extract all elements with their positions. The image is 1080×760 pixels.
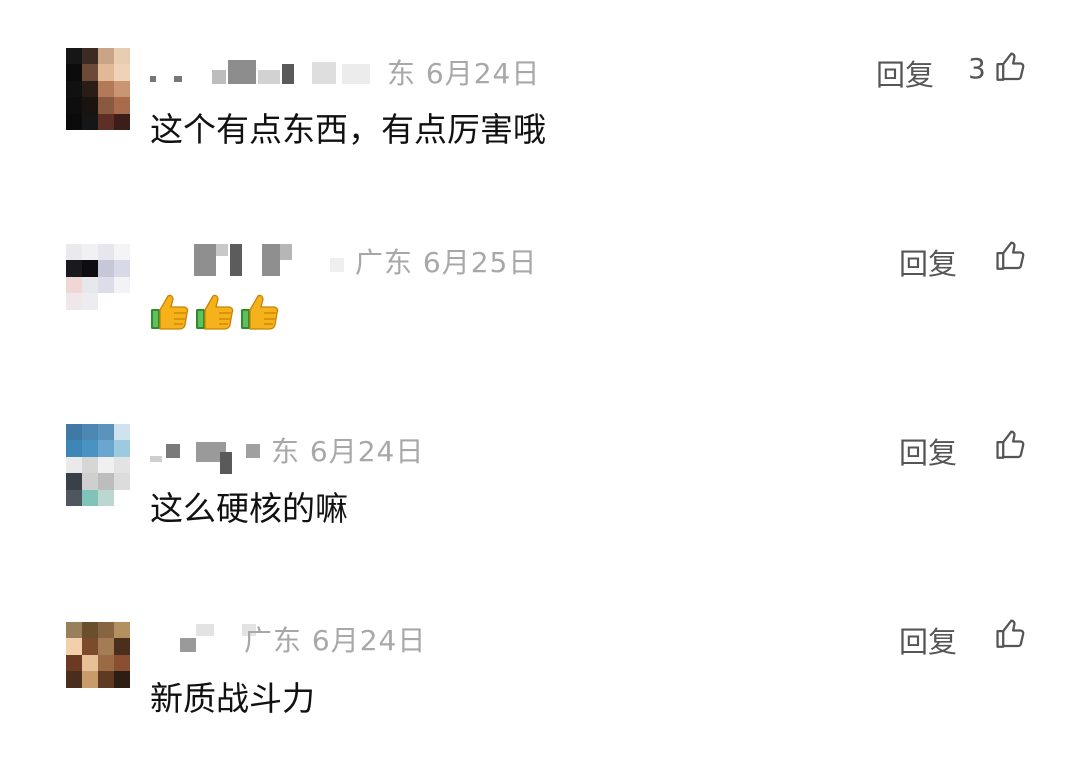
username-blurred[interactable] — [150, 624, 256, 658]
comment-location-date: 东 6月24日 — [271, 435, 425, 468]
avatar[interactable] — [66, 244, 130, 310]
comment-location-date: 广东 6月24日 — [244, 624, 427, 657]
username-blurred[interactable] — [150, 56, 380, 90]
reply-button[interactable]: 回复 — [876, 52, 934, 94]
comment-text: 这个有点东西，有点厉害哦 — [150, 110, 546, 149]
comment-emoji-row — [150, 292, 280, 332]
avatar[interactable] — [66, 48, 130, 130]
thumbs-up-outline-icon[interactable] — [994, 50, 1028, 84]
comment-location-date: 东 6月24日 — [387, 57, 541, 90]
avatar[interactable] — [66, 622, 130, 688]
thumbs-up-emoji-icon — [196, 294, 234, 330]
thumbs-up-outline-icon[interactable] — [994, 617, 1028, 651]
username-blurred[interactable] — [150, 244, 350, 278]
avatar[interactable] — [66, 424, 130, 506]
comment-item: 广东 6月24日 回复 新质战斗力 — [0, 566, 1080, 718]
comment-item: 广东 6月25日 回复 — [0, 188, 1080, 330]
thumbs-up-emoji-icon — [241, 294, 279, 330]
username-blurred[interactable] — [150, 436, 270, 474]
reply-button[interactable]: 回复 — [899, 241, 957, 283]
comment-item: 东 6月24日 回复 3 这个有点东西，有点厉害哦 — [0, 0, 1080, 149]
reply-button[interactable]: 回复 — [899, 619, 957, 661]
comment-item: 东 6月24日 回复 这么硬核的嘛 — [0, 378, 1080, 528]
comment-text: 这么硬核的嘛 — [150, 489, 348, 528]
comment-text: 新质战斗力 — [150, 679, 315, 718]
like-count: 3 — [968, 52, 986, 85]
thumbs-up-outline-icon[interactable] — [994, 428, 1028, 462]
thumbs-up-emoji-icon — [151, 294, 189, 330]
reply-button[interactable]: 回复 — [899, 430, 957, 472]
comment-location-date: 广东 6月25日 — [355, 246, 538, 279]
thumbs-up-outline-icon[interactable] — [994, 239, 1028, 273]
